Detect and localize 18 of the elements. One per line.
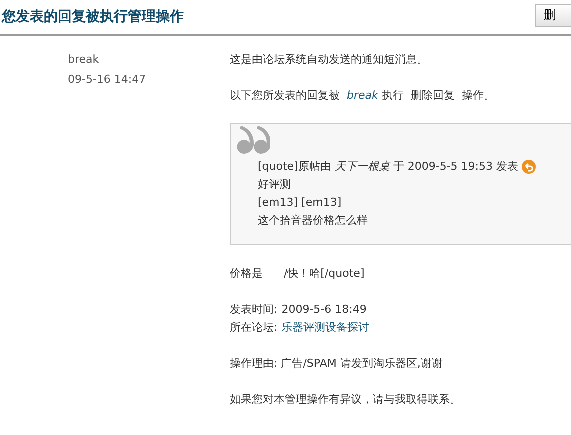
delete-button[interactable]: 删	[535, 4, 571, 26]
reason-text: 操作理由: 广告/SPAM 请发到淘乐器区,谢谢	[230, 356, 444, 372]
detail-value: 2009-5-6 18:49	[282, 302, 367, 318]
detail-label: 所在论坛:	[230, 320, 278, 336]
intro-text: 这是由论坛系统自动发送的通知短消息。	[230, 52, 429, 68]
quote-text: [em13] [em13]	[258, 195, 343, 211]
detail-label: 发表时间:	[230, 302, 278, 318]
sender-name: break	[68, 52, 100, 68]
footer-text: 如果您对本管理操作有异议，请与我取得联系。	[230, 392, 462, 408]
body-text: 价格是 /快！哈[/quote]	[230, 266, 366, 282]
quote-text: 这个拾音器价格怎么样	[258, 213, 369, 229]
quote-header: [quote]原帖由 天下一根桌 于 2009-5-5 19:53 发表	[258, 159, 518, 175]
quote-text: 好评测	[258, 177, 292, 193]
quotation-mark-icon	[236, 126, 270, 154]
forum-link[interactable]: 乐器评测设备探讨	[282, 319, 370, 337]
sent-time: 09-5-16 14:47	[68, 72, 148, 88]
page-title: 您发表的回复被执行管理操作	[2, 8, 184, 26]
action-sentence: 以下您所发表的回复被 break 执行 删除回复 操作。	[230, 88, 496, 104]
